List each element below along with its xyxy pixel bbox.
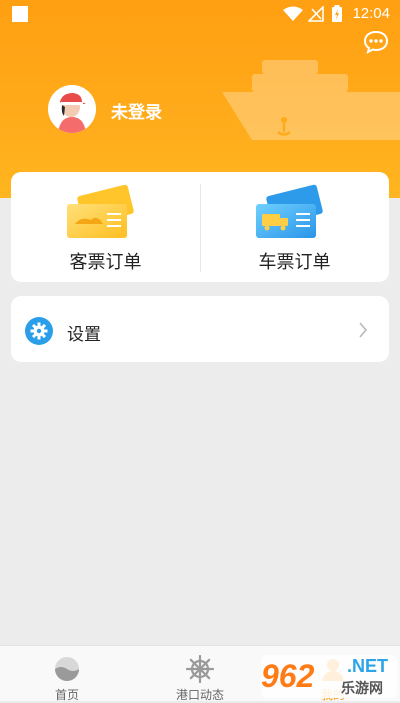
passenger-order-label: 客票订单 [69, 252, 142, 272]
chevron-right-icon [359, 322, 368, 338]
nav-home-label: 首页 [54, 688, 79, 702]
username-label[interactable]: 未登录 [111, 98, 162, 123]
watermark-brand: 962 [261, 658, 315, 694]
nav-home[interactable]: 首页 [27, 646, 107, 702]
wifi-icon [283, 6, 303, 21]
signal-icon [308, 6, 324, 22]
vehicle-order-button[interactable]: 车票订单 [200, 172, 389, 282]
ship-wheel-icon [186, 655, 214, 683]
watermark-domain: .NET [347, 656, 389, 676]
user-avatar-icon [48, 85, 96, 133]
gear-icon [25, 317, 53, 345]
watermark-name: 乐游网 [341, 680, 383, 696]
status-time: 12:04 [352, 5, 390, 22]
passenger-order-button[interactable]: 客票订单 [11, 172, 200, 282]
vehicle-order-label: 车票订单 [258, 252, 331, 272]
profile-header: 12:04 未登录 [0, 0, 400, 198]
vehicle-ticket-icon [256, 184, 323, 238]
passenger-ticket-icon [67, 184, 134, 238]
settings-row[interactable]: 设置 [11, 296, 389, 362]
battery-icon [332, 5, 342, 22]
watermark-logo: 962 .NET 乐游网 [261, 655, 397, 698]
avatar[interactable] [48, 85, 96, 133]
notification-icon [12, 6, 28, 22]
ship-illustration [222, 60, 400, 140]
status-bar: 12:04 [0, 0, 400, 28]
home-icon [55, 657, 79, 681]
orders-card: 客票订单 车票订单 [11, 172, 389, 282]
nav-port-news-label: 港口动态 [175, 688, 224, 702]
nav-port-news[interactable]: 港口动态 [160, 646, 240, 702]
settings-label: 设置 [67, 325, 101, 344]
